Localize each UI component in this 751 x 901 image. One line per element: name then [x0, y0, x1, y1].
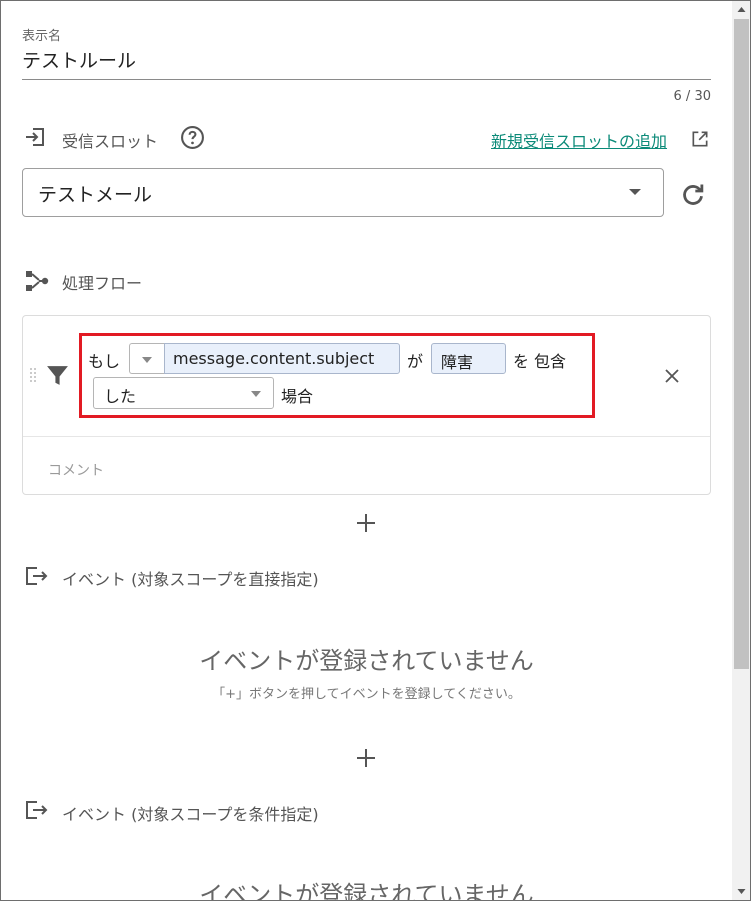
case-label: 場合: [281, 387, 314, 406]
close-icon[interactable]: [662, 366, 682, 386]
display-name-underline: [22, 79, 711, 80]
events-direct-empty-sub: 「+」ボタンを押してイベントを登録してください。: [212, 687, 521, 702]
rule-editor-panel: 表示名 テストルール 6 / 30 受信スロット 新規受信スロットの追加 テスト…: [0, 0, 751, 901]
card-divider: [23, 436, 710, 437]
dropdown-arrow-icon: [142, 357, 152, 363]
display-name-input[interactable]: テストルール: [22, 46, 136, 73]
char-counter: 6 / 30: [673, 89, 711, 104]
particle-ga: が: [407, 352, 424, 371]
add-step-plus-icon[interactable]: [355, 512, 377, 534]
events-direct-label: イベント (対象スコープを直接指定): [62, 570, 319, 589]
condition-field-input[interactable]: message.content.subject: [164, 343, 400, 374]
dropdown-arrow-icon: [629, 189, 641, 195]
receive-slot-select[interactable]: テストメール: [22, 168, 664, 217]
condition-operator: 包含: [534, 352, 567, 371]
events-condition-empty-title: イベントが登録されていません: [199, 881, 534, 901]
logout-icon: [26, 567, 48, 585]
receive-slot-label: 受信スロット: [62, 132, 159, 151]
scroll-up-arrow-icon[interactable]: [732, 1, 751, 18]
field-operator-select[interactable]: [129, 343, 165, 374]
scrollbar-thumb[interactable]: [734, 19, 749, 669]
condition-tense-select[interactable]: した: [93, 377, 274, 409]
flow-label: 処理フロー: [62, 274, 143, 293]
if-label: もし: [88, 352, 121, 371]
receive-slot-selected: テストメール: [38, 184, 153, 206]
add-receive-slot-link[interactable]: 新規受信スロットの追加: [491, 128, 667, 152]
external-link-icon[interactable]: [690, 129, 710, 149]
refresh-icon[interactable]: [679, 181, 707, 209]
comment-input[interactable]: コメント: [48, 460, 104, 480]
help-circle-icon[interactable]: [180, 125, 205, 150]
condition-value-input[interactable]: 障害: [431, 343, 506, 374]
flow-branch-icon: [26, 271, 49, 291]
particle-wo: を: [513, 352, 530, 371]
events-condition-label: イベント (対象スコープを条件指定): [62, 805, 319, 824]
logout-icon: [26, 801, 48, 819]
dropdown-arrow-icon: [251, 391, 261, 397]
condition-tense-value: した: [104, 387, 137, 406]
add-event-plus-icon[interactable]: [355, 747, 377, 769]
scroll-down-arrow-icon[interactable]: [732, 882, 751, 900]
display-name-label: 表示名: [22, 29, 62, 44]
events-direct-empty-title: イベントが登録されていません: [199, 647, 534, 675]
login-icon: [26, 128, 44, 146]
filter-icon: [47, 366, 68, 385]
drag-handle-icon[interactable]: [29, 367, 37, 383]
